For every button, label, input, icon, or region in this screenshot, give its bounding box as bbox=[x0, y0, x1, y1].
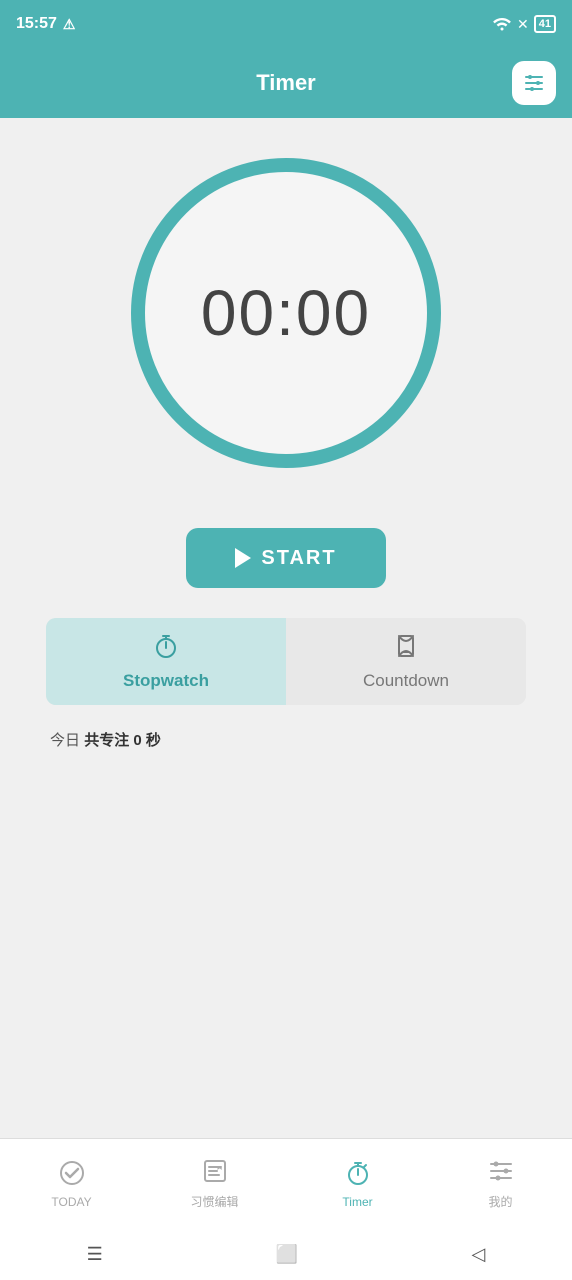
tab-stopwatch-label: Stopwatch bbox=[123, 671, 209, 691]
hourglass-icon bbox=[392, 632, 420, 665]
tab-switcher: Stopwatch Countdown bbox=[46, 618, 526, 705]
timer-circle: 00:00 bbox=[131, 158, 441, 468]
battery-level: 41 bbox=[534, 15, 556, 33]
start-button[interactable]: START bbox=[186, 528, 386, 588]
today-icon bbox=[58, 1159, 86, 1191]
wifi-icon bbox=[492, 15, 512, 34]
bottom-nav: TODAY 习惯编辑 Timer bbox=[0, 1138, 572, 1228]
tab-stopwatch[interactable]: Stopwatch bbox=[46, 618, 286, 705]
nav-today-label: TODAY bbox=[51, 1195, 91, 1209]
status-icons: ✕ 41 bbox=[492, 15, 556, 34]
home-button[interactable]: ⬜ bbox=[276, 1244, 298, 1265]
mine-icon bbox=[487, 1157, 515, 1189]
nav-mine[interactable]: 我的 bbox=[429, 1157, 572, 1210]
menu-button[interactable]: ☰ bbox=[87, 1244, 103, 1265]
page-title: Timer bbox=[256, 70, 316, 96]
tab-countdown-label: Countdown bbox=[363, 671, 449, 691]
battery-x-icon: ✕ bbox=[517, 16, 529, 33]
play-icon bbox=[235, 548, 251, 568]
header: Timer bbox=[0, 48, 572, 118]
daily-stats-prefix: 今日 bbox=[50, 732, 80, 749]
tab-countdown[interactable]: Countdown bbox=[286, 618, 526, 705]
start-button-wrapper: START bbox=[186, 528, 386, 588]
main-content: 00:00 START Stopwatch bbox=[0, 118, 572, 1138]
status-bar: 15:57 ⚠ ✕ 41 bbox=[0, 0, 572, 48]
timer-icon bbox=[344, 1159, 372, 1191]
settings-button[interactable] bbox=[512, 61, 556, 105]
timer-circle-wrapper: 00:00 bbox=[131, 158, 441, 468]
nav-mine-label: 我的 bbox=[488, 1193, 512, 1210]
status-time-area: 15:57 ⚠ bbox=[16, 15, 75, 33]
status-time: 15:57 bbox=[16, 15, 57, 33]
stopwatch-icon bbox=[152, 632, 180, 665]
nav-timer[interactable]: Timer bbox=[286, 1159, 429, 1209]
back-button[interactable]: ◁ bbox=[472, 1244, 486, 1265]
start-button-label: START bbox=[261, 547, 336, 570]
settings-icon bbox=[522, 71, 546, 95]
habit-edit-icon bbox=[201, 1157, 229, 1189]
nav-habit-edit-label: 习惯编辑 bbox=[190, 1193, 238, 1210]
daily-stats-highlight: 共专注 0 秒 bbox=[84, 732, 161, 749]
nav-today[interactable]: TODAY bbox=[0, 1159, 143, 1209]
daily-stats: 今日 共专注 0 秒 bbox=[46, 729, 526, 750]
system-nav-bar: ☰ ⬜ ◁ bbox=[0, 1228, 572, 1280]
nav-timer-label: Timer bbox=[342, 1195, 372, 1209]
nav-habit-edit[interactable]: 习惯编辑 bbox=[143, 1157, 286, 1210]
warning-icon: ⚠ bbox=[63, 16, 76, 33]
timer-display: 00:00 bbox=[201, 276, 371, 350]
